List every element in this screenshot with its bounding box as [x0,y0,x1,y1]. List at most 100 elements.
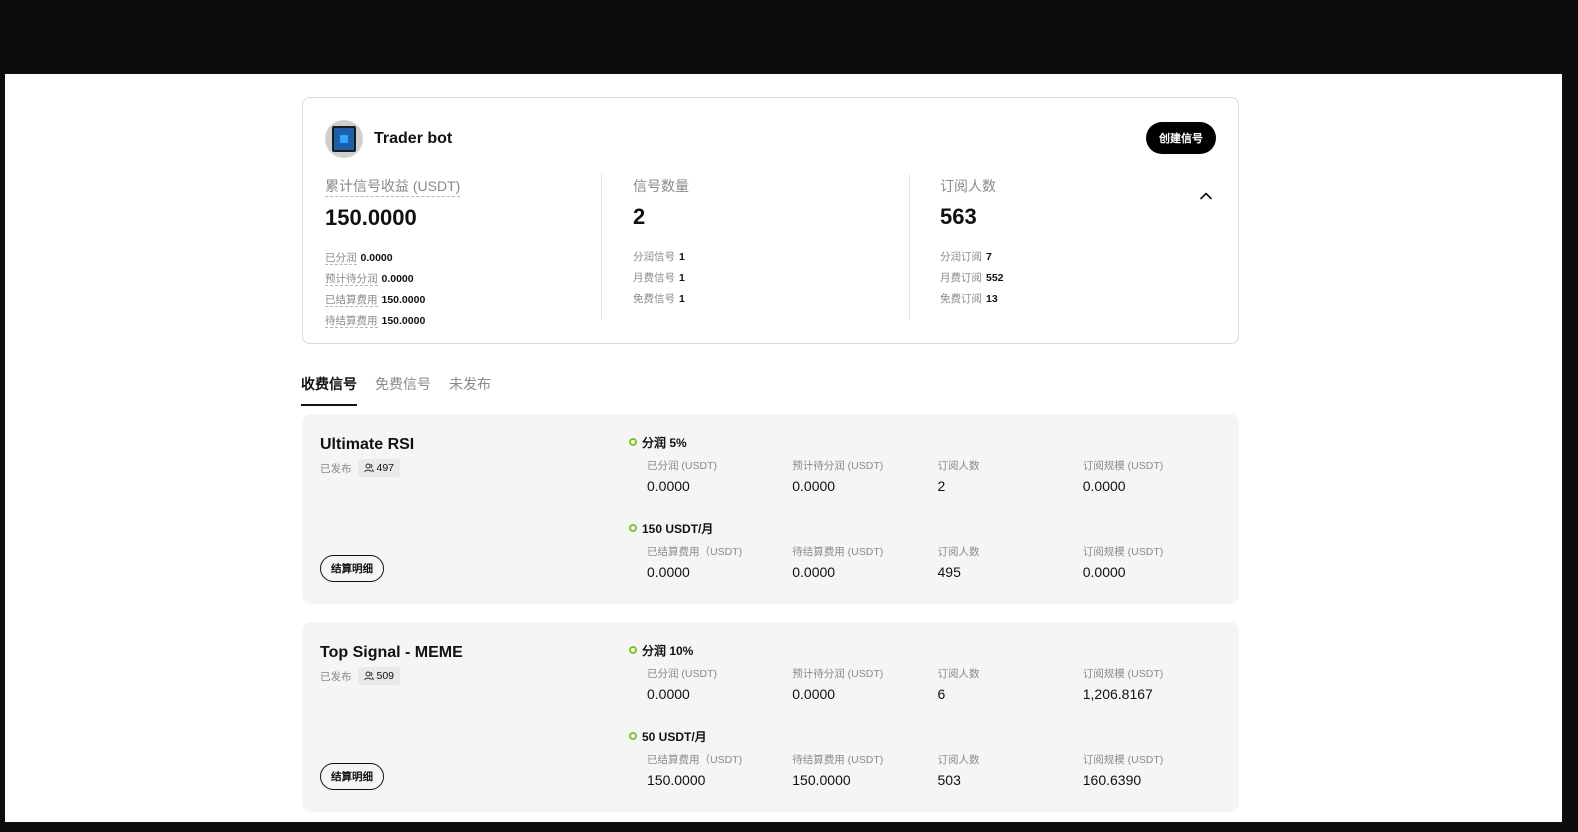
signal-meta: 已发布 509 [320,667,401,685]
metric-value: 1,206.8167 [1082,686,1153,702]
subscribers-row-label: 月费订阅 [940,272,982,284]
earnings-label[interactable]: 累计信号收益 (USDT) [325,176,461,197]
profit-share-plan: 分润 10% 已分润 (USDT) 0.0000 预计待分润 (USDT) 0.00… [628,642,1228,702]
metric-label: 订阅规模 (USDT) [1082,754,1164,766]
signals-row-value: 1 [679,293,685,305]
metric-label: 待结算费用 (USDT) [792,546,884,558]
earnings-row-value: 0.0000 [360,252,393,264]
earnings-row: 待结算费用 150.0000 [325,314,605,335]
status-dot-icon [629,732,637,740]
tab-free-signals[interactable]: 免费信号 [375,374,431,406]
subscribers-column: 订阅人数 563 分润订阅 7 月费订阅 552 免费订阅 13 [940,176,1220,313]
signal-meta: 已发布 497 [320,459,401,477]
subscribers-row: 免费订阅 13 [940,292,1220,313]
metric-value: 0.0000 [647,478,690,494]
metric-value: 495 [937,564,961,580]
users-icon [363,463,374,473]
earnings-row-label[interactable]: 已分润 [325,252,357,265]
metric-value: 0.0000 [792,564,836,580]
settlement-details-button[interactable]: 结算明细 [320,763,384,790]
settlement-details-button[interactable]: 结算明细 [320,555,384,582]
subscribers-row-value: 552 [986,272,1004,284]
users-icon [363,671,374,681]
signal-card: Ultimate RSI 已发布 497 结算明细 分润 5% 已分润 (USD… [302,414,1239,604]
monthly-fee-plan: 150 USDT/月 已结算费用（USDT) 0.0000 待结算费用 (USDT… [628,520,1228,580]
metric-value: 160.6390 [1082,772,1142,788]
metric-label: 待结算费用 (USDT) [792,754,884,766]
metric-value: 150.0000 [647,772,706,788]
create-signal-button[interactable]: 创建信号 [1146,122,1216,154]
device-frame-bottom [0,822,1578,832]
subscriber-count: 509 [376,670,395,682]
signal-name[interactable]: Ultimate RSI [320,436,414,454]
metric-label: 订阅人数 [937,754,980,766]
metric-value: 0.0000 [647,564,690,580]
subscriber-count-badge: 509 [357,667,401,685]
earnings-row: 已结算费用 150.0000 [325,293,605,314]
tab-unpublished[interactable]: 未发布 [449,374,491,406]
metric-label: 订阅人数 [937,546,980,558]
earnings-row-label[interactable]: 已结算费用 [325,294,378,307]
earnings-row: 已分润 0.0000 [325,251,605,272]
metric-label: 预计待分润 (USDT) [792,668,884,680]
metric-label: 订阅规模 (USDT) [1082,546,1164,558]
tab-paid-signals[interactable]: 收费信号 [301,374,357,406]
device-frame-right [1562,0,1578,832]
metric-label: 已分润 (USDT) [647,668,717,680]
profit-share-plan: 分润 5% 已分润 (USDT) 0.0000 预计待分润 (USDT) 0.000… [628,434,1228,494]
metric-value: 150.0000 [792,772,851,788]
earnings-row-value: 150.0000 [381,315,426,327]
metric-value: 6 [937,686,946,702]
earnings-row-value: 150.0000 [381,294,426,306]
bot-avatar [325,120,363,158]
metric-label: 预计待分润 (USDT) [792,460,884,472]
subscriber-count-badge: 497 [357,459,401,477]
signals-row-label: 分润信号 [633,251,675,263]
metric-value: 2 [937,478,946,494]
signals-row-label: 月费信号 [633,272,675,284]
subscribers-row-label: 免费订阅 [940,293,982,305]
signal-card: Top Signal - MEME 已发布 509 结算明细 分润 10% 已分… [302,622,1239,812]
plan-title: 分润 10% [642,643,694,658]
bot-summary-card: Trader bot 创建信号 累计信号收益 (USDT) 150.0000 已… [302,97,1239,344]
signals-row: 月费信号 1 [633,271,913,292]
metric-label: 订阅规模 (USDT) [1082,668,1164,680]
signal-status: 已发布 [320,462,352,475]
signal-status: 已发布 [320,670,352,683]
plan-title: 150 USDT/月 [642,521,714,536]
metric-label: 已结算费用（USDT) [647,754,743,766]
earnings-row-value: 0.0000 [381,273,414,285]
signals-row-label: 免费信号 [633,293,675,305]
metric-label: 已结算费用（USDT) [647,546,743,558]
metric-value: 0.0000 [1082,478,1126,494]
subscribers-row-label: 分润订阅 [940,251,982,263]
signals-row-value: 1 [679,251,685,263]
signals-row-value: 1 [679,272,685,284]
earnings-value: 150.0000 [325,205,417,230]
bot-name: Trader bot [374,130,453,147]
device-frame-top [0,0,1578,74]
metric-value: 0.0000 [1082,564,1126,580]
metric-value: 0.0000 [792,478,836,494]
subscriber-count: 497 [376,462,395,474]
earnings-row-label[interactable]: 待结算费用 [325,315,378,328]
earnings-row: 预计待分润 0.0000 [325,272,605,293]
subscribers-row: 月费订阅 552 [940,271,1220,292]
subscribers-row-value: 13 [986,293,998,305]
monthly-fee-plan: 50 USDT/月 已结算费用（USDT) 150.0000 待结算费用 (USD… [628,728,1228,788]
signal-name[interactable]: Top Signal - MEME [320,644,463,662]
metric-value: 0.0000 [647,686,690,702]
signals-column: 信号数量 2 分润信号 1 月费信号 1 免费信号 1 [633,176,913,313]
status-dot-icon [629,438,637,446]
signals-value: 2 [633,204,646,229]
subscribers-value: 563 [940,204,977,229]
subscribers-row-value: 7 [986,251,992,263]
plan-title: 50 USDT/月 [642,729,707,744]
earnings-row-label[interactable]: 预计待分润 [325,273,378,286]
status-dot-icon [629,646,637,654]
earnings-column: 累计信号收益 (USDT) 150.0000 已分润 0.0000 预计待分润 0.… [325,176,605,335]
metric-value: 503 [937,772,961,788]
signal-tabs: 收费信号 免费信号 未发布 [301,374,509,406]
signals-row: 分润信号 1 [633,250,913,271]
status-dot-icon [629,524,637,532]
